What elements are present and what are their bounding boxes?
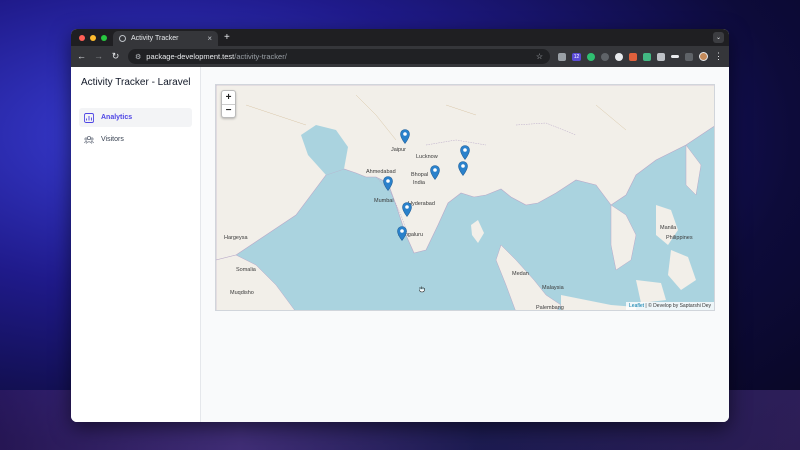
- forward-arrow-icon[interactable]: →: [94, 52, 103, 61]
- tab-activity-tracker[interactable]: Activity Tracker ×: [113, 31, 218, 46]
- grey-extension-icon[interactable]: [601, 52, 609, 61]
- app-title: Activity Tracker - Laravel: [81, 77, 191, 88]
- map-label: Manila: [660, 225, 677, 231]
- new-tab-button[interactable]: +: [224, 32, 230, 43]
- map-label: Philippines: [666, 235, 693, 241]
- green-extension-icon[interactable]: [587, 52, 595, 61]
- sidepanel-icon[interactable]: [685, 52, 693, 61]
- map-label: Muqdisho: [230, 290, 254, 296]
- close-window-button[interactable]: [79, 34, 85, 41]
- sidebar-item-label: Analytics: [101, 114, 133, 121]
- map-label: Hyderabad: [408, 201, 435, 207]
- page-content: Activity Tracker - Laravel Analytics Vis…: [71, 67, 729, 422]
- sidebar-item-analytics[interactable]: Analytics: [79, 108, 192, 127]
- map-label: Malaysia: [542, 285, 564, 291]
- location-marker-icon[interactable]: [402, 202, 412, 217]
- map-label: Jaipur: [391, 147, 406, 153]
- zoom-control: + −: [221, 90, 236, 118]
- browser-window: Activity Tracker × + ⌄ ← → ↻ ⚙ package-d…: [71, 29, 729, 422]
- location-marker-icon[interactable]: [397, 226, 407, 241]
- vue-devtools-icon[interactable]: [643, 52, 651, 61]
- tab-title: Activity Tracker: [131, 35, 179, 42]
- map-label: Palembang: [536, 305, 564, 311]
- location-marker-icon[interactable]: [460, 145, 470, 160]
- maximize-window-button[interactable]: [101, 34, 107, 41]
- browser-toolbar: ← → ↻ ⚙ package-development.test/activit…: [71, 46, 729, 67]
- visitor-map[interactable]: + − Jaipur Lucknow Ahmedabad Bhopal Indi…: [215, 84, 715, 311]
- location-marker-icon[interactable]: [430, 165, 440, 180]
- zoom-in-button[interactable]: +: [222, 91, 235, 104]
- map-label: Hargeysa: [224, 235, 248, 241]
- map-label: Medan: [512, 271, 529, 277]
- map-label: Bhopal: [411, 172, 429, 178]
- close-tab-icon[interactable]: ×: [207, 34, 212, 43]
- leaflet-link[interactable]: Leaflet: [629, 303, 644, 309]
- more-menu-icon[interactable]: ⋮: [714, 52, 723, 61]
- tab-search-button[interactable]: ⌄: [713, 32, 724, 43]
- globe-icon: [119, 35, 126, 42]
- reload-icon[interactable]: ↻: [111, 52, 120, 61]
- window-controls: [71, 34, 113, 41]
- location-marker-icon[interactable]: [383, 176, 393, 191]
- map-attribution: Leaflet | © Develop by Saptarshi Dey: [626, 302, 714, 310]
- face-extension-icon[interactable]: [615, 52, 623, 61]
- users-icon: [84, 135, 94, 145]
- map-label: India: [413, 180, 425, 186]
- reading-list-icon[interactable]: [671, 55, 679, 58]
- extensions-area: 12 ⋮: [558, 52, 723, 61]
- address-bar[interactable]: ⚙ package-development.test/activity-trac…: [128, 49, 550, 64]
- profile-avatar[interactable]: [699, 52, 708, 61]
- map-tiles: [216, 85, 714, 310]
- location-marker-icon[interactable]: [400, 129, 410, 144]
- badge-extension-icon[interactable]: 12: [572, 52, 581, 61]
- main-panel: + − Jaipur Lucknow Ahmedabad Bhopal Indi…: [201, 67, 729, 422]
- minimize-window-button[interactable]: [90, 34, 96, 41]
- url-host: package-development.test: [146, 52, 235, 61]
- url-path: /activity-tracker/: [234, 52, 287, 61]
- sidebar-item-visitors[interactable]: Visitors: [79, 130, 192, 149]
- chart-icon: [84, 112, 94, 123]
- color-extension-icon[interactable]: [629, 52, 637, 61]
- map-label: Ahmedabad: [366, 169, 396, 175]
- tab-bar: Activity Tracker × + ⌄: [71, 29, 729, 46]
- location-marker-icon[interactable]: [458, 161, 468, 176]
- map-label: Lucknow: [416, 154, 438, 160]
- attribution-text: | © Develop by Saptarshi Dey: [645, 303, 711, 309]
- puzzle-icon[interactable]: [657, 52, 665, 61]
- back-arrow-icon[interactable]: ←: [77, 52, 86, 61]
- site-info-icon[interactable]: ⚙: [135, 53, 141, 61]
- bookmark-star-icon[interactable]: ☆: [536, 52, 543, 61]
- sidebar-item-label: Visitors: [101, 136, 124, 143]
- map-label: Mumbai: [374, 198, 394, 204]
- map-label: Somalia: [236, 267, 256, 273]
- grab-cursor-icon: [419, 286, 425, 293]
- sidebar: Activity Tracker - Laravel Analytics Vis…: [71, 67, 201, 422]
- pen-extension-icon[interactable]: [558, 52, 566, 61]
- zoom-out-button[interactable]: −: [222, 104, 235, 117]
